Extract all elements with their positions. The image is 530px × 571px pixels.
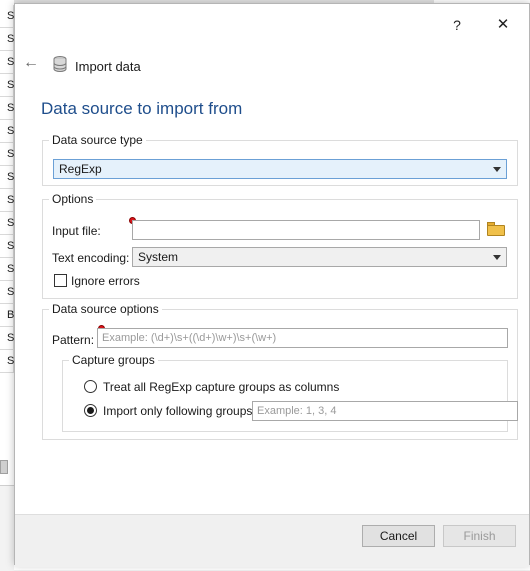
data-source-options-group: Data source options Pattern: Example: (\… (42, 302, 518, 440)
text-encoding-label: Text encoding: (52, 251, 130, 265)
folder-icon-body (487, 225, 505, 236)
group-legend: Options (49, 192, 97, 206)
background-cell: S (0, 350, 14, 373)
background-cell: S (0, 235, 14, 258)
ignore-errors-label: Ignore errors (71, 274, 140, 288)
background-cell: S (0, 74, 14, 97)
background-grid: SSSSSSSSSSSSSBSS (0, 0, 14, 373)
group-legend: Data source options (49, 302, 162, 316)
dialog-header: ← Import data (15, 44, 529, 84)
background-cell: S (0, 212, 14, 235)
browse-folder-button[interactable] (484, 218, 508, 240)
groups-input[interactable]: Example: 1, 3, 4 (252, 401, 518, 421)
radio-all-groups-label: Treat all RegExp capture groups as colum… (103, 380, 340, 394)
background-cell: S (0, 97, 14, 120)
background-cell: S (0, 143, 14, 166)
background-scroll-button[interactable] (0, 460, 8, 474)
data-source-type-group: Data source type RegExp (42, 133, 518, 186)
text-encoding-select[interactable]: System (132, 247, 507, 267)
background-cell: S (0, 51, 14, 74)
background-cell: S (0, 258, 14, 281)
chevron-down-icon (493, 167, 501, 172)
data-source-type-select[interactable]: RegExp (53, 159, 507, 179)
capture-groups-group: Capture groups Treat all RegExp capture … (62, 353, 518, 432)
import-dialog: ? ✕ ← Import data Data source to import … (14, 3, 530, 567)
radio-all-groups[interactable] (84, 380, 97, 393)
finish-button[interactable]: Finish (443, 525, 516, 547)
pattern-label: Pattern: (52, 333, 95, 347)
background-cell: S (0, 281, 14, 304)
back-arrow-icon[interactable]: ← (21, 54, 41, 72)
page-title: Data source to import from (41, 99, 243, 118)
select-value: RegExp (59, 162, 102, 176)
group-legend: Capture groups (69, 353, 158, 367)
chevron-down-icon (493, 255, 501, 260)
dialog-title: Import data (75, 59, 141, 74)
cancel-button[interactable]: Cancel (362, 525, 435, 547)
radio-only-groups-label: Import only following groups: (103, 404, 256, 418)
input-file-label: Input file: (52, 224, 101, 238)
pattern-input[interactable]: Example: (\d+)\s+((\d+)\w+)\s+(\w+) (97, 328, 508, 348)
background-panel (0, 485, 14, 571)
ignore-errors-checkbox[interactable] (54, 274, 67, 287)
background-cell: S (0, 120, 14, 143)
background-cell: S (0, 28, 14, 51)
close-button[interactable]: ✕ (488, 14, 518, 36)
background-cell: B (0, 304, 14, 327)
background-cell: S (0, 327, 14, 350)
input-file-field[interactable] (132, 220, 480, 240)
group-legend: Data source type (49, 133, 146, 147)
select-value: System (138, 250, 179, 264)
dialog-footer: Cancel Finish (15, 514, 529, 567)
help-button[interactable]: ? (442, 14, 472, 36)
background-cell: S (0, 5, 14, 28)
radio-only-groups[interactable] (84, 404, 97, 417)
database-icon (53, 56, 67, 72)
background-cell: S (0, 166, 14, 189)
options-group: Options Input file: Text encoding: Syste… (42, 192, 518, 299)
background-cell: S (0, 189, 14, 212)
